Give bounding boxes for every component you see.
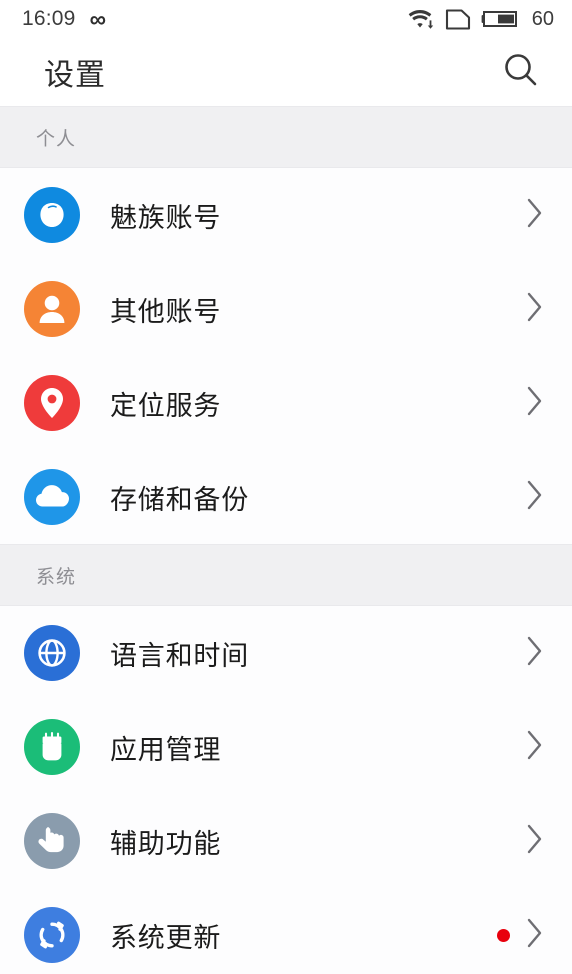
settings-row-app-management[interactable]: 应用管理	[0, 700, 572, 794]
wifi-download-icon	[408, 7, 435, 31]
settings-screen: 16:09 ∞ 60 设置 个人 魅族账号 其他账号 定位服务 存储和备份 系统…	[0, 0, 572, 974]
sim-card-icon	[445, 8, 471, 31]
title-bar: 设置	[0, 38, 572, 106]
page-title: 设置	[44, 59, 106, 92]
battery-percent-label: 60	[531, 7, 554, 30]
status-bar: 16:09 ∞ 60	[0, 0, 572, 38]
settings-row-label: 应用管理	[110, 734, 222, 765]
settings-row-meizu-account[interactable]: 魅族账号	[0, 168, 572, 262]
chevron-right-icon	[524, 195, 546, 236]
chevron-right-icon	[524, 289, 546, 330]
row-accessories	[524, 195, 546, 236]
settings-row-other-account[interactable]: 其他账号	[0, 262, 572, 356]
chevron-right-icon	[524, 633, 546, 674]
settings-row-label: 其他账号	[110, 296, 222, 327]
android-robot-icon	[24, 719, 80, 775]
settings-row-storage-backup[interactable]: 存储和备份	[0, 450, 572, 544]
settings-row-label: 定位服务	[110, 390, 222, 421]
notification-badge	[497, 928, 510, 942]
settings-row-label: 语言和时间	[110, 640, 249, 671]
settings-row-label: 辅助功能	[110, 828, 222, 859]
sync-refresh-icon	[24, 907, 80, 963]
person-icon	[24, 281, 80, 337]
status-clock: 16:09	[22, 7, 76, 30]
row-accessories	[524, 633, 546, 674]
infinity-icon: ∞	[89, 5, 106, 32]
chevron-right-icon	[524, 727, 546, 768]
chevron-right-icon	[524, 821, 546, 862]
settings-row-accessibility[interactable]: 辅助功能	[0, 794, 572, 888]
settings-list[interactable]: 个人 魅族账号 其他账号 定位服务 存储和备份 系统 语言和时间 应用管理 辅助…	[0, 106, 572, 974]
battery-icon	[481, 8, 521, 30]
chevron-right-icon	[524, 915, 546, 956]
search-button[interactable]	[496, 47, 546, 97]
status-bar-right: 60	[408, 7, 554, 31]
hand-pointer-icon	[24, 813, 80, 869]
settings-row-language-time[interactable]: 语言和时间	[0, 606, 572, 700]
row-accessories	[524, 383, 546, 424]
status-bar-left: 16:09 ∞	[22, 5, 106, 32]
section-header-label: 个人	[36, 128, 77, 150]
settings-row-label: 魅族账号	[110, 202, 222, 233]
search-icon	[501, 50, 541, 95]
settings-row-location-service[interactable]: 定位服务	[0, 356, 572, 450]
settings-row-label: 存储和备份	[110, 484, 249, 515]
cloud-icon	[24, 469, 80, 525]
row-accessories	[524, 727, 546, 768]
section-header-personal: 个人	[0, 106, 572, 168]
chevron-right-icon	[524, 477, 546, 518]
section-header-system: 系统	[0, 544, 572, 606]
row-accessories	[524, 289, 546, 330]
section-header-label: 系统	[36, 566, 77, 588]
row-accessories	[524, 821, 546, 862]
row-accessories	[497, 915, 546, 956]
globe-icon	[24, 625, 80, 681]
meizu-account-icon	[24, 187, 80, 243]
location-pin-icon	[24, 375, 80, 431]
settings-row-label: 系统更新	[110, 922, 222, 953]
settings-row-system-update[interactable]: 系统更新	[0, 888, 572, 974]
chevron-right-icon	[524, 383, 546, 424]
row-accessories	[524, 477, 546, 518]
